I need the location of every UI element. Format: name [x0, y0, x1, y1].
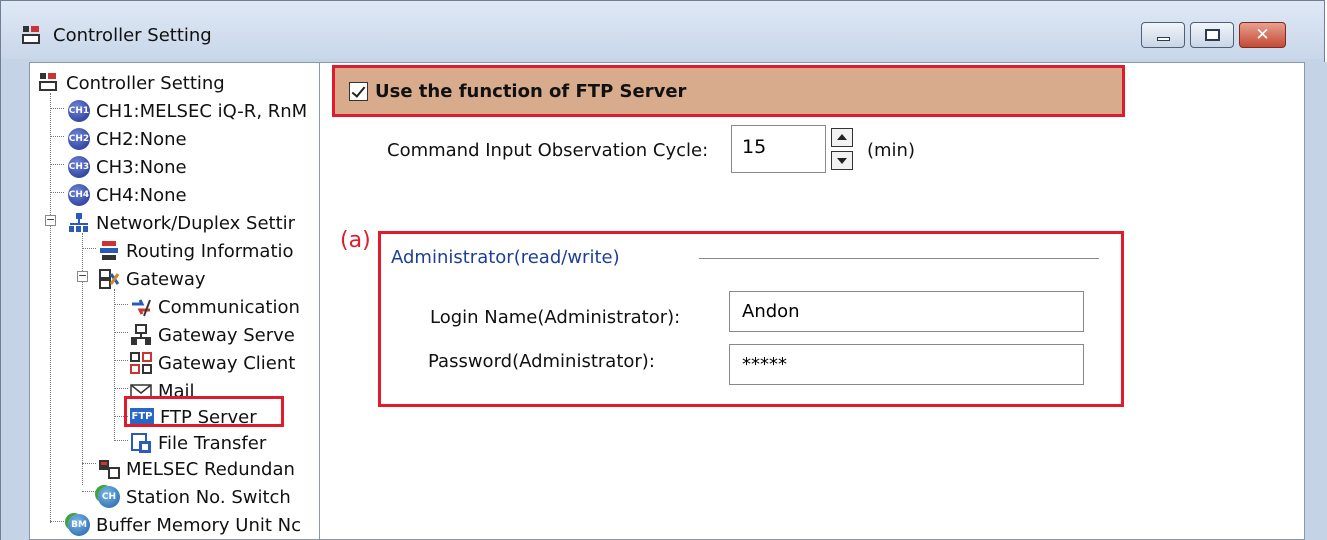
tree-item-gateway[interactable]: Gateway: [98, 265, 206, 293]
group-divider: [699, 258, 1099, 259]
routing-icon: [98, 240, 120, 262]
window-title: Controller Setting: [53, 25, 212, 46]
use-ftp-label: Use the function of FTP Server: [375, 81, 687, 102]
title-bar[interactable]: Controller Setting ✕: [1, 1, 1324, 59]
login-name-input[interactable]: Andon: [729, 291, 1084, 332]
tree-item-gateway-server[interactable]: Gateway Serve: [130, 321, 295, 349]
spin-up-button[interactable]: [831, 128, 853, 147]
maximize-button[interactable]: [1190, 22, 1234, 48]
station-switch-icon: CH: [98, 486, 120, 508]
cycle-label: Command Input Observation Cycle:: [387, 140, 709, 161]
ch3-icon: CH3: [68, 156, 90, 178]
cycle-input[interactable]: 15: [731, 125, 826, 173]
cycle-unit: (min): [867, 140, 915, 161]
right-edge-frame: [1307, 62, 1327, 540]
tree-item-ch2[interactable]: CH2 CH2:None: [68, 125, 187, 153]
minimize-button[interactable]: [1141, 22, 1185, 48]
tree-item-routing-information[interactable]: Routing Informatio: [98, 237, 294, 265]
ftp-server-highlight: [124, 396, 284, 427]
tree-item-gateway-client[interactable]: Gateway Client: [130, 349, 295, 377]
tree-item-network-duplex[interactable]: Network/Duplex Settir: [68, 209, 295, 237]
buffer-memory-icon: BM: [68, 514, 90, 536]
file-transfer-icon: [130, 432, 152, 454]
controller-setting-icon: [21, 25, 41, 45]
password-input[interactable]: *****: [729, 344, 1084, 385]
ch1-icon: CH1: [68, 100, 90, 122]
settings-tree[interactable]: − − Controller Setting CH1 CH1:MELSEC iQ…: [29, 62, 320, 540]
close-icon: ✕: [1255, 25, 1270, 45]
cycle-spinner: [831, 128, 855, 172]
ch4-icon: CH4: [68, 184, 90, 206]
tree-item-ch3[interactable]: CH3 CH3:None: [68, 153, 187, 181]
password-label: Password(Administrator):: [428, 351, 655, 372]
maximize-icon: [1205, 29, 1220, 41]
tree-item-ch4[interactable]: CH4 CH4:None: [68, 181, 187, 209]
tree-item-ch1[interactable]: CH1 CH1:MELSEC iQ-R, RnM: [68, 97, 307, 125]
network-icon: [68, 212, 90, 234]
gateway-collapse-toggle[interactable]: −: [77, 270, 88, 282]
login-name-label: Login Name(Administrator):: [430, 307, 681, 328]
window-controls: ✕: [1141, 22, 1286, 48]
ch2-icon: CH2: [68, 128, 90, 150]
tree-item-file-transfer[interactable]: File Transfer: [130, 429, 266, 457]
annotation-a: (a): [340, 228, 371, 253]
gateway-icon: [98, 268, 120, 290]
close-button[interactable]: ✕: [1239, 22, 1286, 48]
administrator-group-title: Administrator(read/write): [391, 247, 620, 268]
tree-item-communication[interactable]: Communication: [130, 293, 300, 321]
communication-icon: [130, 296, 152, 318]
minimize-icon: [1157, 37, 1170, 41]
tree-item-controller-setting[interactable]: Controller Setting: [38, 69, 225, 97]
redundant-icon: [98, 458, 120, 480]
ftp-function-bar: Use the function of FTP Server: [332, 65, 1125, 117]
use-ftp-checkbox[interactable]: [349, 82, 368, 101]
spin-down-button[interactable]: [831, 151, 853, 170]
gateway-client-icon: [130, 352, 152, 374]
controller-icon: [38, 72, 60, 94]
tree-item-melsec-redundant[interactable]: MELSEC Redundan: [98, 455, 295, 483]
gateway-server-icon: [130, 324, 152, 346]
tree-item-station-no-switch[interactable]: CH Station No. Switch: [98, 483, 291, 511]
network-collapse-toggle[interactable]: −: [45, 214, 56, 226]
tree-item-buffer-memory[interactable]: BM Buffer Memory Unit Nc: [68, 511, 301, 539]
